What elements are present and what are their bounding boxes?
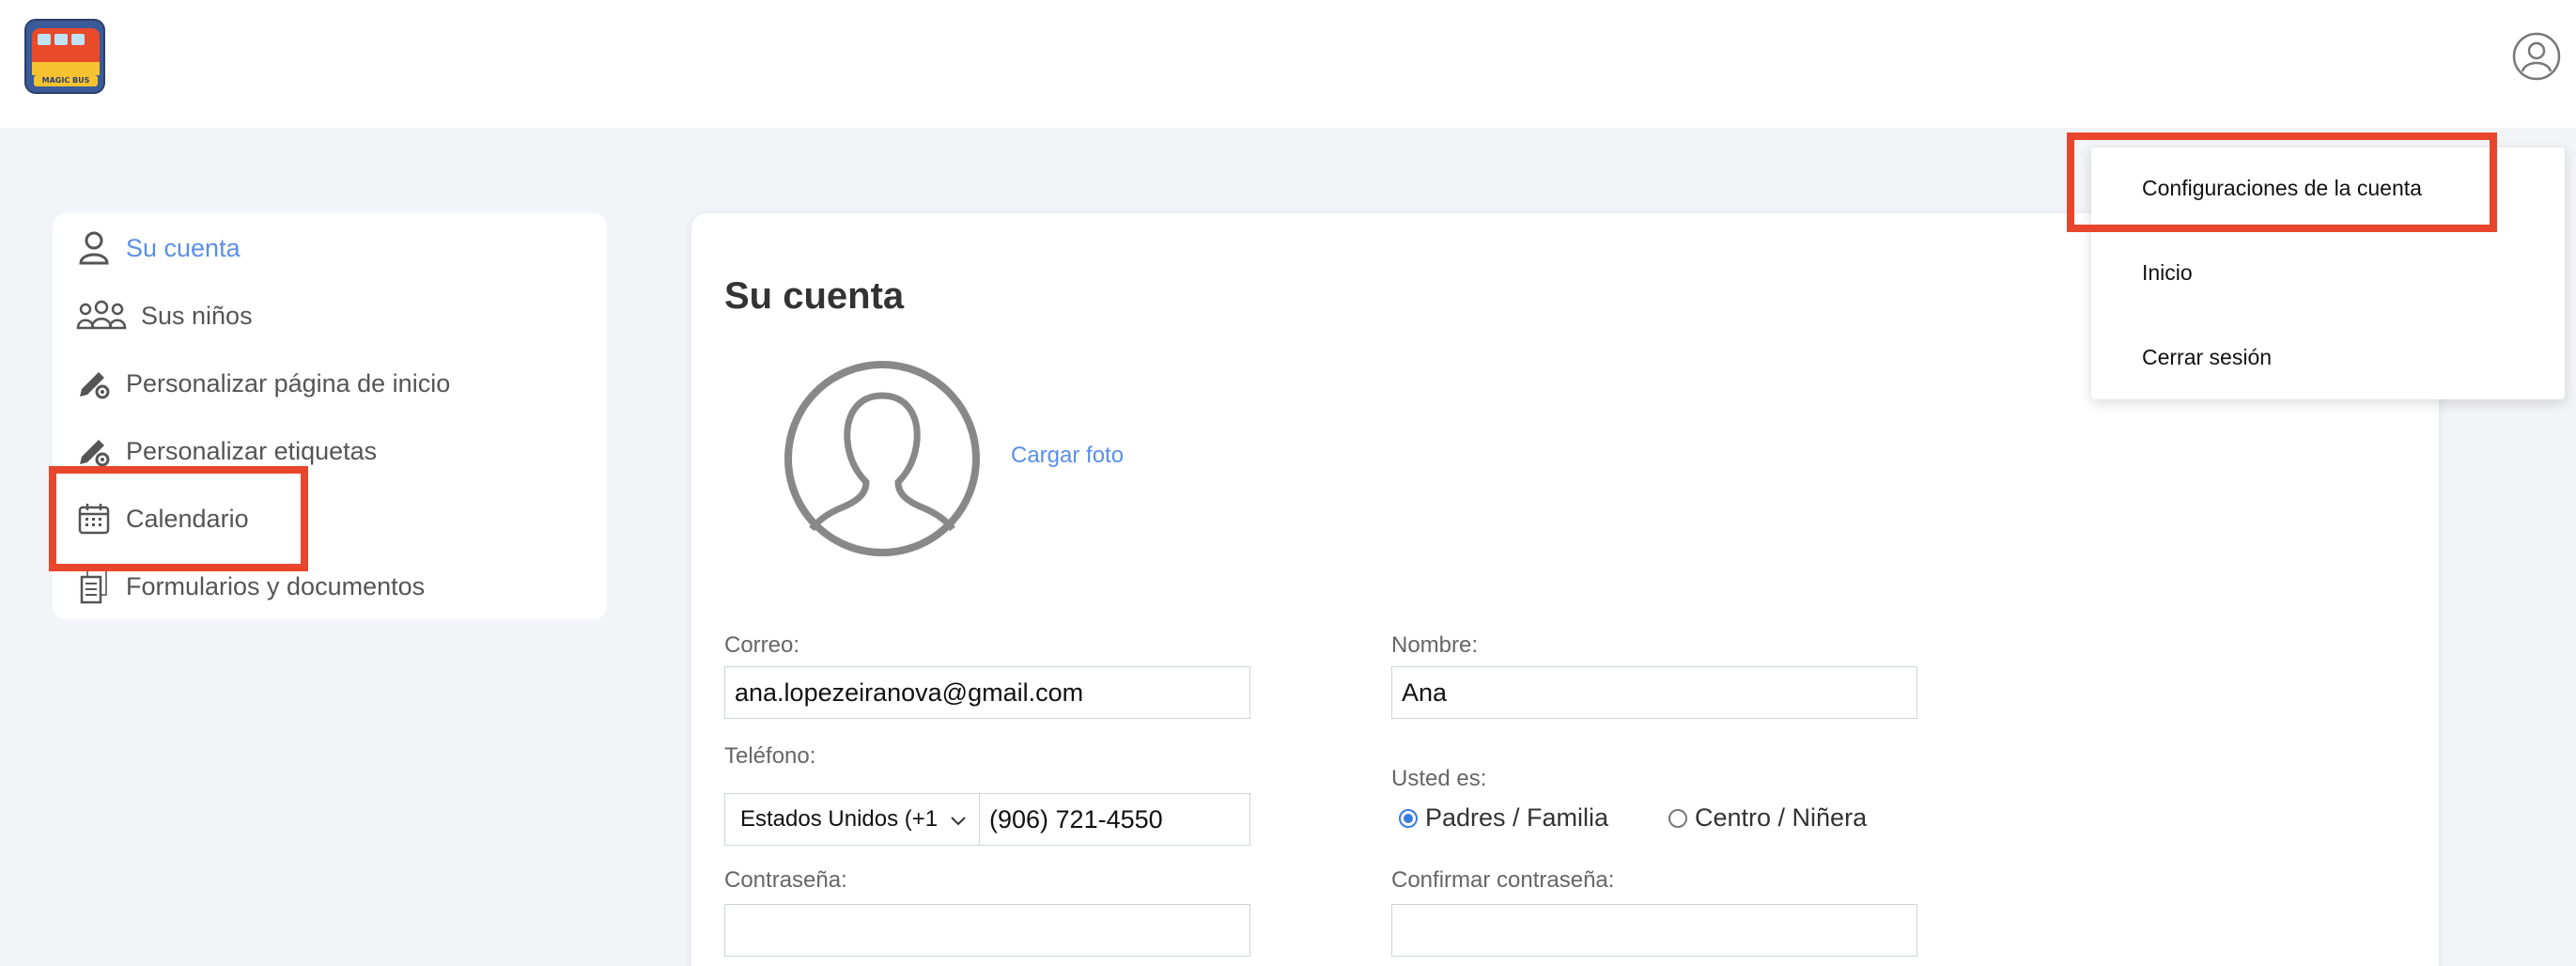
- profile-photo-placeholder-icon[interactable]: [784, 360, 981, 557]
- user-menu-dropdown: Configuraciones de la cuenta Inicio Cerr…: [2091, 148, 2565, 399]
- logo-text: MAGIC BUS: [34, 75, 98, 86]
- edit-gear-icon: [75, 432, 113, 470]
- sidebar-item-label: Personalizar página de inicio: [126, 368, 451, 397]
- sidebar-item-personalizar-etiquetas[interactable]: Personalizar etiquetas: [75, 428, 377, 475]
- sidebar-item-label: Calendario: [126, 504, 249, 533]
- menu-item-home[interactable]: Inicio: [2142, 260, 2193, 286]
- radio-unchecked[interactable]: [1668, 808, 1687, 828]
- sidebar-item-formularios[interactable]: Formularios y documentos: [75, 563, 425, 610]
- role-option-label: Centro / Niñera: [1695, 803, 1868, 832]
- documents-icon: [75, 568, 113, 605]
- sidebar-item-su-cuenta[interactable]: Su cuenta: [75, 225, 241, 272]
- user-icon: [75, 229, 113, 267]
- edit-gear-icon: [75, 365, 113, 402]
- top-bar: MAGIC BUS: [0, 0, 2576, 128]
- sidebar-item-label: Sus niños: [141, 301, 253, 330]
- group-icon: [75, 297, 128, 335]
- confirm-password-label: Confirmar contraseña:: [1391, 867, 1615, 893]
- name-label: Nombre:: [1391, 632, 1479, 658]
- phone-field[interactable]: (906) 721-4550: [979, 793, 1250, 846]
- password-field[interactable]: [724, 904, 1250, 957]
- page-title: Su cuenta: [724, 275, 905, 317]
- user-avatar-icon[interactable]: [2512, 32, 2561, 81]
- phone-country-value: Estados Unidos (+1: [740, 806, 939, 832]
- confirm-password-field[interactable]: [1391, 904, 1917, 957]
- sidebar-item-sus-ninos[interactable]: Sus niños: [75, 292, 253, 339]
- calendar-icon: [75, 500, 113, 538]
- role-option-parents[interactable]: Padres / Familia: [1399, 803, 1608, 833]
- chevron-down-icon: [951, 817, 966, 826]
- radio-checked[interactable]: [1399, 808, 1418, 828]
- email-label: Correo:: [724, 632, 800, 658]
- name-field[interactable]: Ana: [1391, 666, 1917, 719]
- sidebar-item-label: Formularios y documentos: [126, 571, 426, 600]
- sidebar-item-calendario[interactable]: Calendario: [75, 495, 249, 542]
- password-label: Contraseña:: [724, 867, 847, 893]
- sidebar: Su cuenta Sus niños Personalizar página …: [53, 213, 607, 619]
- sidebar-item-label: Su cuenta: [126, 233, 241, 262]
- phone-country-select[interactable]: Estados Unidos (+1: [724, 793, 980, 846]
- sidebar-item-label: Personalizar etiquetas: [126, 436, 378, 465]
- app-logo[interactable]: MAGIC BUS: [24, 19, 105, 94]
- menu-item-logout[interactable]: Cerrar sesión: [2142, 345, 2272, 370]
- upload-photo-link[interactable]: Cargar foto: [1011, 443, 1124, 469]
- menu-item-account-settings[interactable]: Configuraciones de la cuenta: [2142, 176, 2422, 201]
- sidebar-item-personalizar-inicio[interactable]: Personalizar página de inicio: [75, 360, 450, 407]
- role-option-center[interactable]: Centro / Niñera: [1668, 803, 1867, 833]
- role-option-label: Padres / Familia: [1425, 803, 1609, 832]
- phone-label: Teléfono:: [724, 743, 816, 769]
- email-field[interactable]: ana.lopezeiranova@gmail.com: [724, 666, 1250, 719]
- role-label: Usted es:: [1391, 766, 1487, 791]
